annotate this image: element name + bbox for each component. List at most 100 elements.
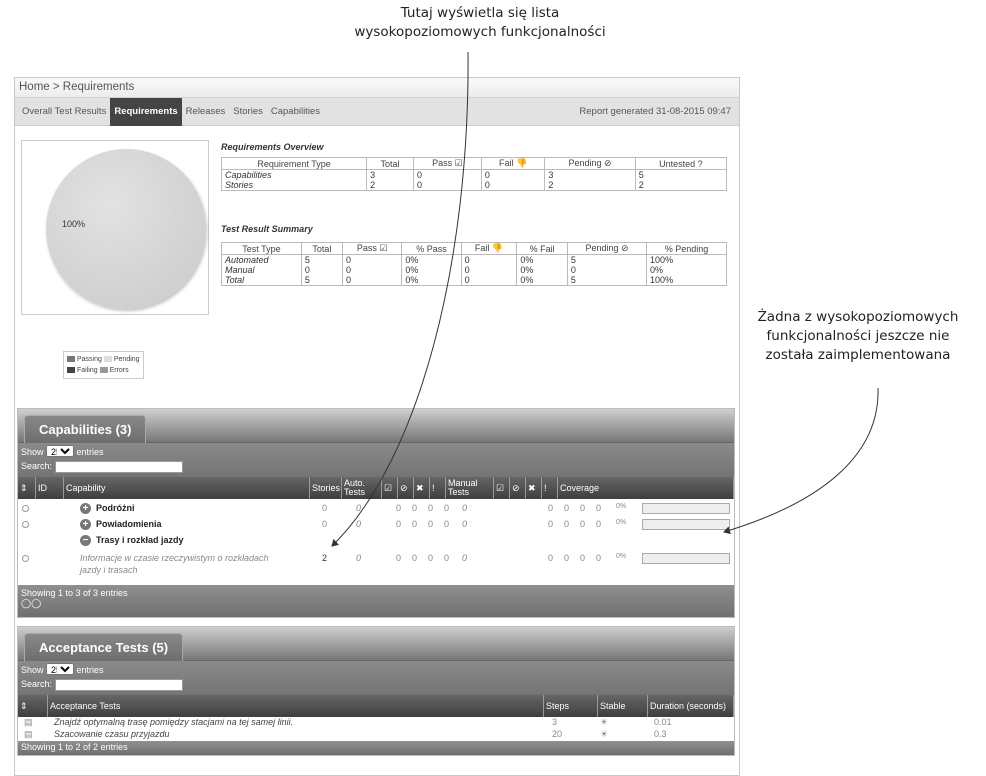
col-pending-icon[interactable]: ⊘ <box>398 477 414 499</box>
tab-capabilities[interactable]: Capabilities <box>267 98 324 126</box>
entries-label: entries <box>76 665 104 675</box>
col-manual-pending-icon[interactable]: ⊘ <box>510 477 526 499</box>
table-header: Fail 👎 <box>460 242 518 255</box>
table-row: Automated 5 0 0% 0 0% 5 100% <box>221 254 727 265</box>
acceptance-tests-tab[interactable]: Acceptance Tests (5) <box>24 633 184 661</box>
table-row: Stories 2 0 0 2 2 <box>220 180 728 191</box>
acceptance-test-name[interactable]: Szacowanie czasu przyjazdu <box>54 729 170 739</box>
row-radio[interactable] <box>22 521 29 528</box>
row-radio[interactable] <box>22 505 29 512</box>
coverage-bar <box>642 503 730 514</box>
expand-icon[interactable]: + <box>80 519 91 530</box>
legend-passing: Passing <box>77 356 102 363</box>
sub-capability-name-cont[interactable]: jazdy i trasach <box>80 565 138 575</box>
tab-stories[interactable]: Stories <box>229 98 267 126</box>
table-header: Test Type <box>221 242 302 255</box>
stable-icon: ☀ <box>600 717 609 727</box>
annotation-top-line-1: Tutaj wyświetla się lista <box>400 5 560 21</box>
pagination-icon[interactable]: ◯◯ <box>21 598 731 609</box>
acceptance-search-input[interactable] <box>54 678 183 691</box>
col-steps[interactable]: Steps <box>544 695 598 717</box>
tab-releases[interactable]: Releases <box>182 98 230 126</box>
table-header: Total <box>300 242 343 255</box>
capabilities-tab[interactable]: Capabilities (3) <box>24 415 147 443</box>
sub-capability-name[interactable]: Informacje w czasie rzeczywistym o rozkł… <box>80 553 269 563</box>
requirements-overview-table: Requirement Type Total Pass ☑ Fail 👎 Pen… <box>220 157 728 191</box>
col-pass-icon[interactable]: ☑ <box>382 477 398 499</box>
col-capability[interactable]: Capability <box>64 477 310 499</box>
capabilities-panel: Capabilities (3) Show 25 entries Search:… <box>17 408 735 618</box>
overview-section: 100% Passing Pending Failing Errors Requ… <box>15 126 739 379</box>
sort-icon[interactable]: ⇕ <box>18 477 36 499</box>
table-header: Total <box>366 157 415 170</box>
table-row[interactable]: + Powiadomienia 0 0 0 0 0 0 0 0 0 0 0 0% <box>18 519 734 535</box>
table-row[interactable]: ▤ Szacowanie czasu przyjazdu 20 ☀ 0.3 <box>18 729 734 741</box>
legend-failing-swatch <box>67 367 75 374</box>
entries-select[interactable]: 25 <box>46 445 75 457</box>
pie-label: 100% <box>62 219 86 229</box>
coverage-bar <box>642 519 730 530</box>
annotation-right-line-1: Żadna z wysokopoziomowych <box>757 309 959 325</box>
col-manual-pass-icon[interactable]: ☑ <box>494 477 510 499</box>
arrow-to-coverage <box>723 387 879 535</box>
pie-legend: Passing Pending Failing Errors <box>63 351 144 379</box>
pie-chart-box: 100% <box>21 140 209 315</box>
table-header: % Fail <box>516 242 568 255</box>
entries-select[interactable]: 25 <box>46 663 75 675</box>
table-row: Total 5 0 0% 0 0% 5 100% <box>221 275 727 286</box>
table-header: % Pass <box>401 242 462 255</box>
capability-name[interactable]: Podróżni <box>96 503 135 513</box>
capabilities-table-header: ⇕ ID Capability Stories Auto. Tests ☑ ⊘ … <box>18 477 734 499</box>
table-row[interactable]: ▤ Znajdź optymalną trasę pomiędzy stacja… <box>18 717 734 729</box>
col-id[interactable]: ID <box>36 477 64 499</box>
legend-errors: Errors <box>109 367 129 374</box>
col-stable[interactable]: Stable <box>598 695 648 717</box>
col-fail-icon[interactable]: ✖ <box>414 477 430 499</box>
table-row[interactable]: + Podróżni 0 0 0 0 0 0 0 0 0 0 0 0% <box>18 503 734 519</box>
acceptance-footer: Showing 1 to 2 of 2 entries <box>18 741 734 755</box>
app-window: Home > Requirements Overall Test Results… <box>14 77 740 776</box>
table-row[interactable]: Informacje w czasie rzeczywistym o rozkł… <box>18 553 734 585</box>
table-header: Pass ☑ <box>341 242 403 255</box>
document-icon: ▤ <box>24 729 33 739</box>
col-manual-tests[interactable]: Manual Tests <box>446 477 494 499</box>
col-coverage[interactable]: Coverage <box>558 477 734 499</box>
capabilities-controls: Show 25 entries Search: <box>18 443 734 477</box>
breadcrumb[interactable]: Home > Requirements <box>15 78 739 98</box>
search-label: Search: <box>21 679 53 689</box>
row-radio[interactable] <box>22 555 29 562</box>
table-header: Pending ⊘ <box>544 157 636 170</box>
annotation-right-line-3: została zaimplementowana <box>765 347 951 363</box>
table-row: Capabilities 3 0 0 3 5 <box>220 169 728 180</box>
capability-name[interactable]: Powiadomienia <box>96 519 162 529</box>
capabilities-search-input[interactable] <box>54 460 183 473</box>
capabilities-entries-info: Showing 1 to 3 of 3 entries <box>21 588 128 598</box>
col-duration[interactable]: Duration (seconds) <box>648 695 734 717</box>
col-auto-tests[interactable]: Auto. Tests <box>342 477 382 499</box>
acceptance-tests-panel: Acceptance Tests (5) Show 25 entries Sea… <box>17 626 735 756</box>
tab-overall-test-results[interactable]: Overall Test Results <box>18 98 110 126</box>
col-manual-fail-icon[interactable]: ✖ <box>526 477 542 499</box>
annotation-top: Tutaj wyświetla się lista wysokopoziomow… <box>300 4 660 42</box>
annotation-right-line-2: funkcjonalności jeszcze nie <box>766 328 950 344</box>
table-header: Untested ? <box>634 157 728 170</box>
expand-icon[interactable]: + <box>80 503 91 514</box>
coverage-bar <box>642 553 730 564</box>
sort-icon[interactable]: ⇕ <box>18 695 48 717</box>
col-error-icon[interactable]: ! <box>430 477 446 499</box>
capability-group-name[interactable]: Trasy i rozkład jazdy <box>96 535 184 545</box>
legend-errors-swatch <box>99 367 108 374</box>
collapse-icon[interactable]: − <box>80 535 91 546</box>
table-header: Requirement Type <box>220 157 368 170</box>
tab-requirements[interactable]: Requirements <box>110 97 182 126</box>
nav-bar: Overall Test Results Requirements Releas… <box>15 97 739 126</box>
capability-group[interactable]: − Trasy i rozkład jazdy <box>18 535 734 553</box>
capabilities-panel-header: Capabilities (3) <box>18 409 734 443</box>
acceptance-test-name[interactable]: Znajdź optymalną trasę pomiędzy stacjami… <box>54 717 293 727</box>
table-header: % Pending <box>646 242 727 255</box>
col-manual-error-icon[interactable]: ! <box>542 477 558 499</box>
table-header: Pass ☑ <box>413 157 482 170</box>
capabilities-footer: Showing 1 to 3 of 3 entries ◯◯ <box>18 585 734 617</box>
col-acceptance-tests[interactable]: Acceptance Tests <box>48 695 544 717</box>
col-stories[interactable]: Stories <box>310 477 342 499</box>
